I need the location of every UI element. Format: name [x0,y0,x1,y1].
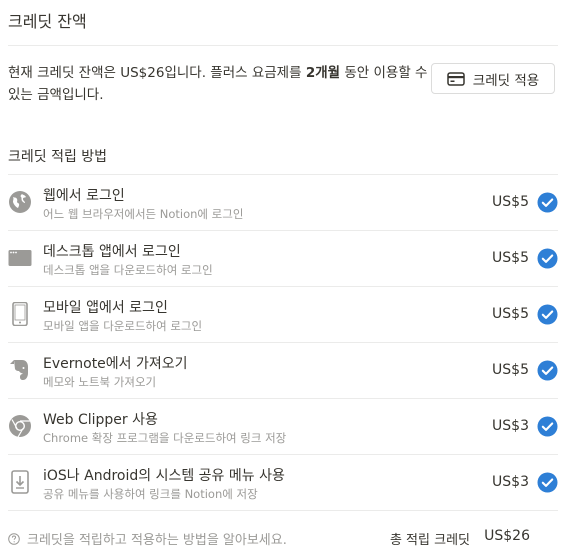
desktop-app-icon [8,246,32,270]
earn-methods-list: 웹에서 로그인 어느 웹 브라우저에서든 Notion에 로그인 US$5 데스… [8,174,558,510]
mobile-phone-icon [8,302,32,326]
method-description: 데스크톱 앱을 다운로드하여 로그인 [43,263,213,277]
balance-amount: US$26 [120,65,165,81]
method-amount: US$5 [492,194,529,210]
check-circle-icon [537,304,558,325]
balance-description: 현재 크레딧 잔액은 US$26입니다. 플러스 요금제를 2개월 동안 이용할… [8,62,428,106]
list-item: Web Clipper 사용 Chrome 확장 프로그램을 다운로드하여 링크… [8,398,558,454]
balance-months: 2개월 [305,65,341,81]
method-amount: US$3 [492,474,529,490]
method-name: 모바일 앱에서 로그인 [43,300,168,316]
apply-credit-button[interactable]: 크레딧 적용 [431,63,555,94]
evernote-icon [8,358,32,382]
list-item: iOS나 Android의 시스템 공유 메뉴 사용 공유 메뉴를 사용하여 링… [8,454,558,510]
check-circle-icon [537,248,558,269]
check-circle-icon [537,360,558,381]
method-name: 데스크톱 앱에서 로그인 [43,244,181,260]
method-amount: US$5 [492,250,529,266]
credit-card-icon [447,71,465,86]
method-name: Evernote에서 가져오기 [43,356,188,372]
check-circle-icon [537,416,558,437]
globe-icon [8,190,32,214]
share-icon [8,470,32,494]
balance-middle: 입니다. 플러스 요금제를 [164,65,306,81]
method-description: Chrome 확장 프로그램을 다운로드하여 링크 저장 [43,431,287,445]
apply-credit-label: 크레딧 적용 [472,72,540,89]
total-credit-value: US$26 [484,528,530,544]
list-item: 웹에서 로그인 어느 웹 브라우저에서든 Notion에 로그인 US$5 [8,174,558,230]
check-circle-icon [537,192,558,213]
help-text: 크레딧을 적립하고 적용하는 방법을 알아보세요. [27,533,287,548]
footer: 크레딧을 적립하고 적용하는 방법을 알아보세요. 총 적립 크레딧 US$26 [8,522,558,552]
total-credit-label: 총 적립 크레딧 [389,533,470,548]
method-amount: US$3 [492,418,529,434]
divider [8,45,558,46]
divider [8,510,558,511]
check-circle-icon [537,472,558,493]
page-title: 크레딧 잔액 [8,12,87,31]
chrome-icon [8,414,32,438]
list-item: 모바일 앱에서 로그인 모바일 앱을 다운로드하여 로그인 US$5 [8,286,558,342]
method-name: 웹에서 로그인 [43,188,125,204]
method-name: Web Clipper 사용 [43,412,158,428]
question-icon [8,532,20,545]
method-description: 어느 웹 브라우저에서든 Notion에 로그인 [43,207,244,221]
method-description: 모바일 앱을 다운로드하여 로그인 [43,319,203,333]
list-item: 데스크톱 앱에서 로그인 데스크톱 앱을 다운로드하여 로그인 US$5 [8,230,558,286]
method-name: iOS나 Android의 시스템 공유 메뉴 사용 [43,468,285,484]
method-description: 메모와 노트북 가져오기 [43,375,157,389]
list-item: Evernote에서 가져오기 메모와 노트북 가져오기 US$5 [8,342,558,398]
section-title: 크레딧 적립 방법 [8,149,108,165]
balance-prefix: 현재 크레딧 잔액은 [8,65,121,81]
method-amount: US$5 [492,362,529,378]
help-link[interactable]: 크레딧을 적립하고 적용하는 방법을 알아보세요. [8,529,287,548]
method-description: 공유 메뉴를 사용하여 링크를 Notion에 저장 [43,487,258,501]
method-amount: US$5 [492,306,529,322]
